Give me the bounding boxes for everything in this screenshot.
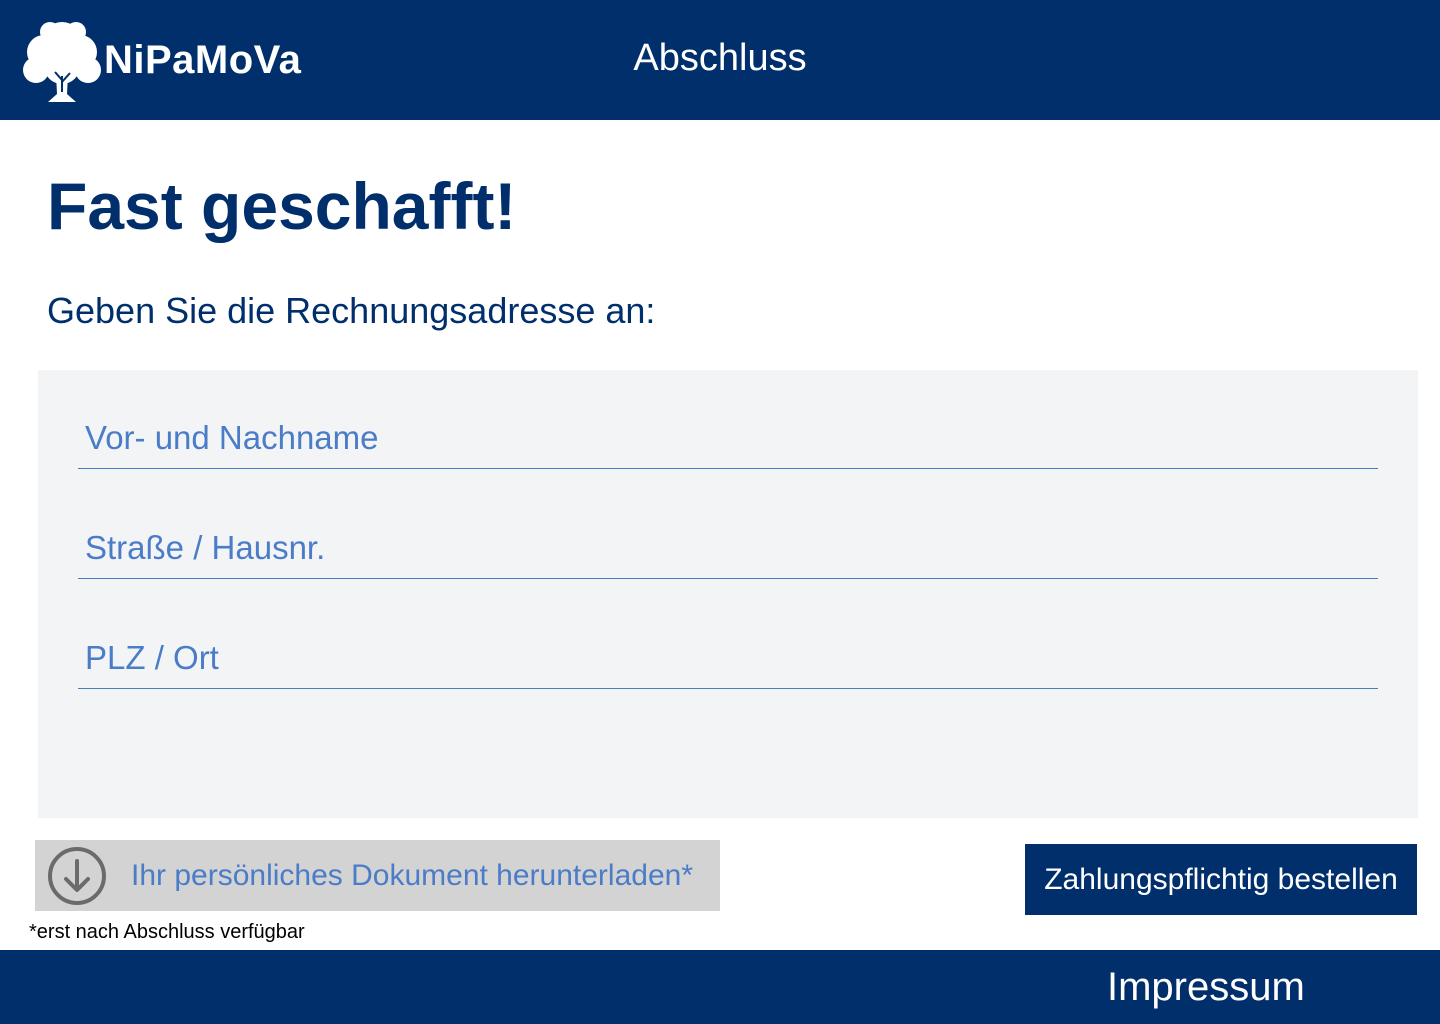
- postal-city-input[interactable]: [78, 628, 1378, 688]
- city-field-container: [78, 590, 1378, 689]
- billing-address-prompt: Geben Sie die Rechnungsadresse an:: [47, 290, 656, 331]
- availability-footnote: *erst nach Abschluss verfügbar: [29, 921, 305, 943]
- page-title: Abschluss: [633, 37, 807, 79]
- download-document-label: Ihr persönliches Dokument herunterladen*: [131, 859, 693, 892]
- impressum-link[interactable]: Impressum: [1107, 962, 1305, 1012]
- download-document-button[interactable]: Ihr persönliches Dokument herunterladen*: [35, 840, 720, 911]
- street-input[interactable]: [78, 518, 1378, 578]
- download-arrow-icon: [48, 847, 106, 905]
- top-header: NiPaMoVa Abschluss: [0, 0, 1440, 120]
- name-field-container: [78, 370, 1378, 469]
- name-input[interactable]: [78, 408, 1378, 468]
- headline: Fast geschafft!: [47, 169, 517, 243]
- footer: Impressum: [0, 950, 1440, 1024]
- billing-address-form: [38, 370, 1418, 818]
- street-field-container: [78, 480, 1378, 579]
- order-button[interactable]: Zahlungspflichtig bestellen: [1025, 844, 1417, 915]
